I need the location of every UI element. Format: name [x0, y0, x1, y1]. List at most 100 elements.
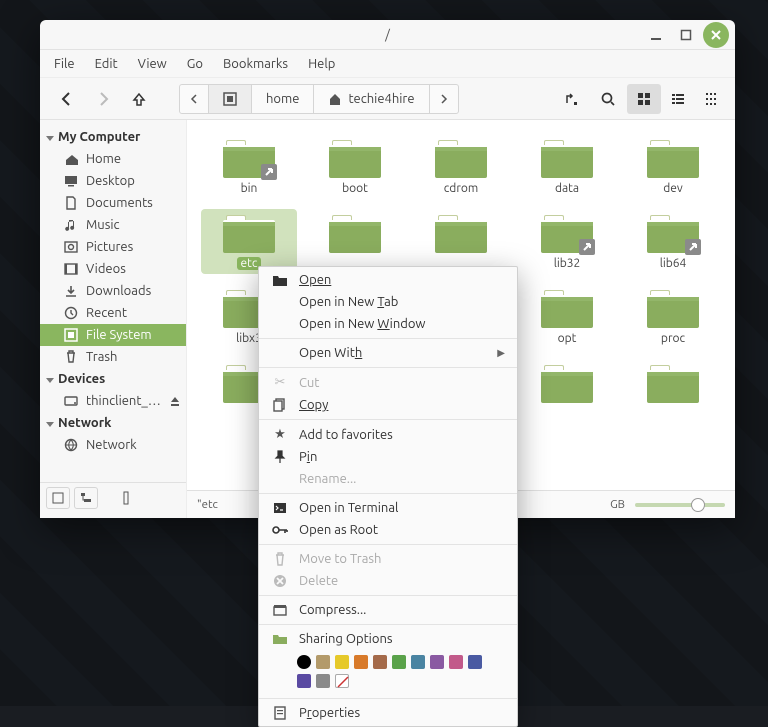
- downloads-icon: [64, 284, 78, 298]
- ctx-open-with[interactable]: Open With▶: [259, 342, 517, 364]
- sidebar-toggle-button[interactable]: [114, 487, 138, 509]
- icon-view-button[interactable]: [627, 84, 661, 114]
- ctx-open-tab[interactable]: Open in New Tab: [259, 291, 517, 313]
- ctx-delete: Delete: [259, 570, 517, 592]
- sidebar-group[interactable]: Network: [40, 412, 186, 434]
- places-view-button[interactable]: [46, 487, 70, 509]
- path-root-button[interactable]: [208, 84, 252, 114]
- folder-item[interactable]: data: [519, 134, 615, 199]
- ctx-add-favorite[interactable]: ★Add to favorites: [259, 423, 517, 446]
- color-swatch[interactable]: [468, 655, 482, 669]
- color-swatch[interactable]: [316, 655, 330, 669]
- desktop-icon: [64, 174, 78, 188]
- ctx-properties[interactable]: Properties: [259, 702, 517, 724]
- menu-view[interactable]: View: [130, 55, 175, 73]
- folder-item[interactable]: cdrom: [413, 134, 509, 199]
- sidebar-item[interactable]: Videos: [40, 258, 186, 280]
- folder-icon: [647, 213, 699, 253]
- folder-item[interactable]: [625, 359, 721, 411]
- menu-edit[interactable]: Edit: [87, 55, 126, 73]
- ctx-open-terminal[interactable]: Open in Terminal: [259, 497, 517, 519]
- color-swatch[interactable]: [297, 674, 311, 688]
- ctx-open-window[interactable]: Open in New Window: [259, 313, 517, 335]
- folder-item[interactable]: proc: [625, 284, 721, 349]
- pictures-icon: [64, 240, 78, 254]
- sidebar-item[interactable]: Trash: [40, 346, 186, 368]
- maximize-button[interactable]: [673, 22, 699, 48]
- folder-icon: [435, 138, 487, 178]
- folder-item[interactable]: [307, 209, 403, 274]
- color-swatch[interactable]: [430, 655, 444, 669]
- folder-item[interactable]: opt: [519, 284, 615, 349]
- sidebar-item[interactable]: Downloads: [40, 280, 186, 302]
- ctx-cut: ✂Cut: [259, 371, 517, 394]
- sidebar-group[interactable]: Devices: [40, 368, 186, 390]
- folder-item[interactable]: bin: [201, 134, 297, 199]
- tree-view-button[interactable]: [74, 487, 98, 509]
- color-swatch[interactable]: [373, 655, 387, 669]
- key-icon: [271, 525, 289, 535]
- ctx-compress[interactable]: Compress...: [259, 599, 517, 621]
- sidebar-item[interactable]: Desktop: [40, 170, 186, 192]
- folder-icon: [541, 213, 593, 253]
- back-button[interactable]: [50, 84, 84, 114]
- folder-item[interactable]: boot: [307, 134, 403, 199]
- folder-icon: [541, 363, 593, 403]
- color-swatch[interactable]: [449, 655, 463, 669]
- ctx-pin[interactable]: Pin: [259, 446, 517, 468]
- folder-item[interactable]: dev: [625, 134, 721, 199]
- list-view-button[interactable]: [661, 84, 695, 114]
- sidebar-group[interactable]: My Computer: [40, 126, 186, 148]
- sidebar-item[interactable]: Documents: [40, 192, 186, 214]
- menu-file[interactable]: File: [46, 55, 83, 73]
- folder-open-icon: [271, 273, 289, 287]
- folder-item[interactable]: [413, 209, 509, 274]
- path-home-button[interactable]: home: [251, 84, 314, 114]
- folder-item[interactable]: lib32: [519, 209, 615, 274]
- up-button[interactable]: [122, 84, 156, 114]
- sidebar-item[interactable]: File System: [40, 324, 186, 346]
- color-swatch[interactable]: [316, 674, 330, 688]
- color-swatch[interactable]: [297, 655, 311, 669]
- color-swatch[interactable]: [411, 655, 425, 669]
- sidebar-item[interactable]: thinclient_…: [40, 390, 186, 412]
- folder-item[interactable]: [519, 359, 615, 411]
- menu-bookmarks[interactable]: Bookmarks: [215, 55, 296, 73]
- folder-item[interactable]: lib64: [625, 209, 721, 274]
- color-swatch-none[interactable]: [335, 674, 349, 688]
- ctx-copy[interactable]: Copy: [259, 394, 517, 416]
- sidebar-footer: [40, 482, 186, 512]
- menu-go[interactable]: Go: [179, 55, 211, 73]
- color-swatch[interactable]: [392, 655, 406, 669]
- zoom-slider[interactable]: [635, 503, 725, 507]
- folder-icon: [541, 138, 593, 178]
- ctx-rename: Rename...: [259, 468, 517, 490]
- sidebar-item[interactable]: Music: [40, 214, 186, 236]
- sidebar-item[interactable]: Network: [40, 434, 186, 456]
- ctx-open[interactable]: Open: [259, 269, 517, 291]
- network-icon: [64, 438, 78, 452]
- sidebar-item[interactable]: Home: [40, 148, 186, 170]
- star-icon: ★: [271, 427, 289, 442]
- color-swatches: [259, 650, 517, 695]
- path-user-button[interactable]: techie4hire: [313, 84, 429, 114]
- folder-item[interactable]: etc: [201, 209, 297, 274]
- sidebar-item[interactable]: Recent: [40, 302, 186, 324]
- search-button[interactable]: [591, 84, 625, 114]
- menu-help[interactable]: Help: [300, 55, 343, 73]
- path-next-button[interactable]: [429, 84, 459, 114]
- ctx-sharing[interactable]: Sharing Options: [259, 628, 517, 650]
- close-button[interactable]: [703, 22, 729, 48]
- path-prev-button[interactable]: [179, 84, 209, 114]
- toggle-location-button[interactable]: [555, 84, 589, 114]
- color-swatch[interactable]: [335, 655, 349, 669]
- titlebar[interactable]: /: [40, 20, 735, 50]
- eject-icon[interactable]: [169, 395, 181, 407]
- delete-icon: [271, 574, 289, 588]
- compact-view-button[interactable]: [695, 84, 729, 114]
- color-swatch[interactable]: [354, 655, 368, 669]
- minimize-button[interactable]: [643, 22, 669, 48]
- sidebar-item[interactable]: Pictures: [40, 236, 186, 258]
- forward-button[interactable]: [86, 84, 120, 114]
- ctx-open-root[interactable]: Open as Root: [259, 519, 517, 541]
